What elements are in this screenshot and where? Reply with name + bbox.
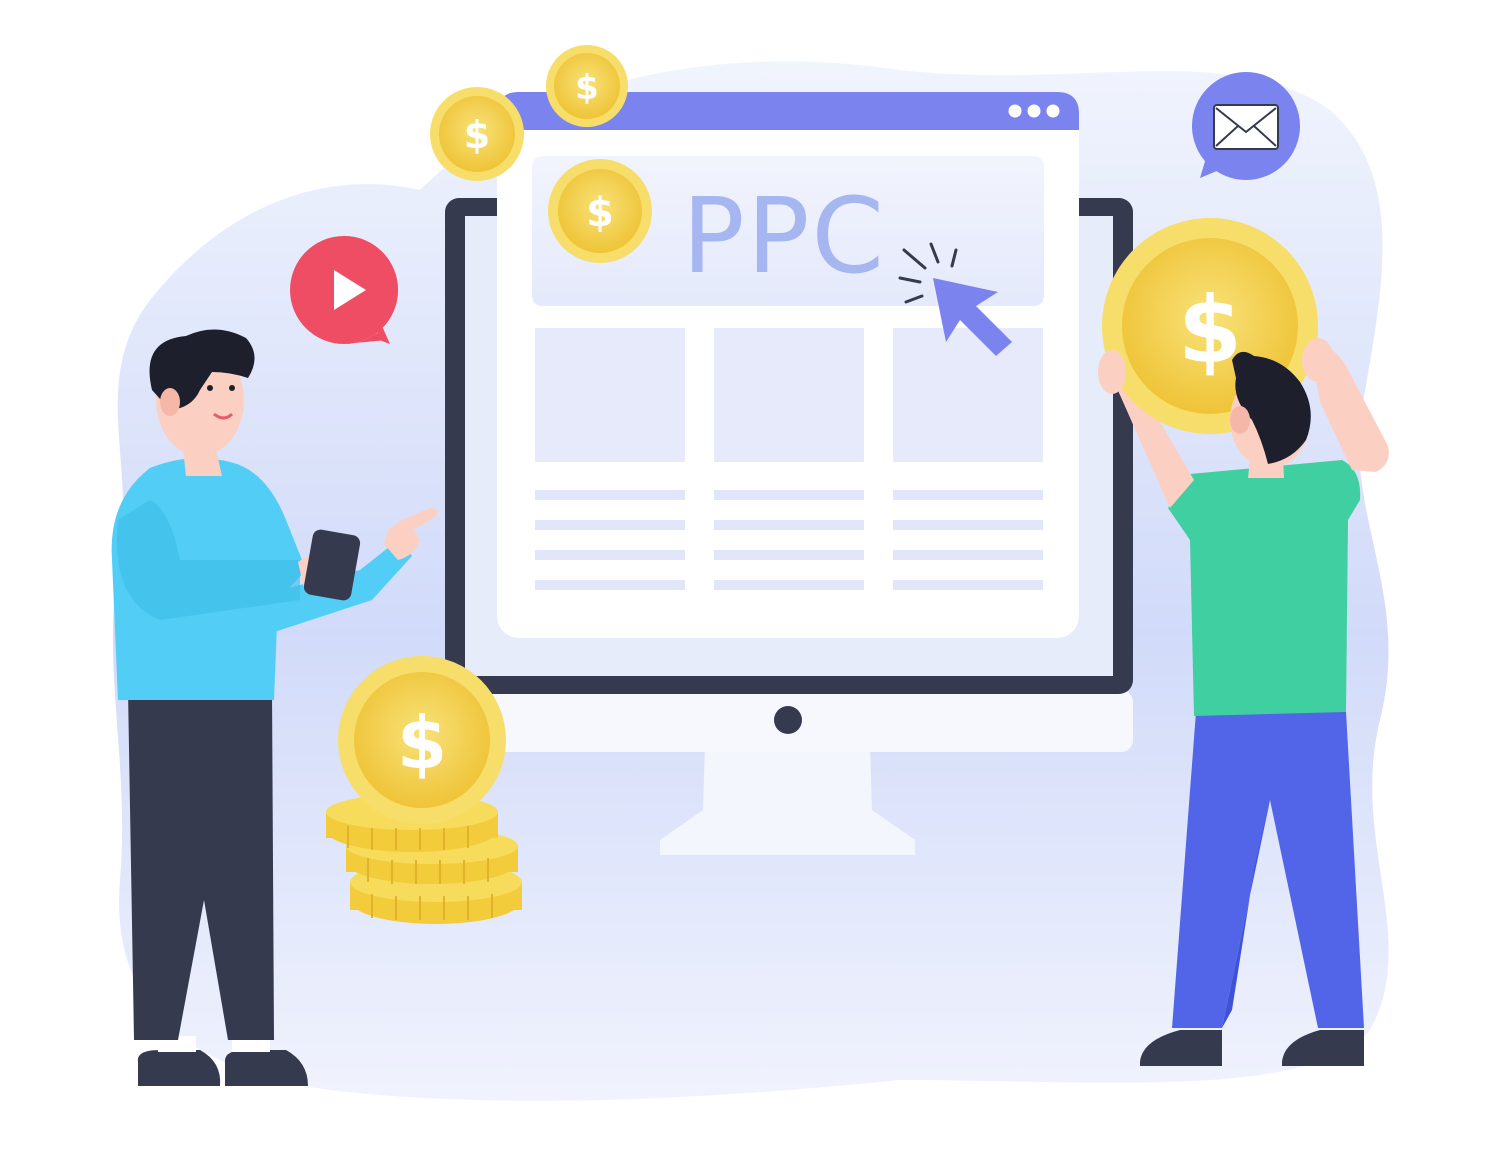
svg-text:$: $	[1178, 277, 1242, 384]
monitor-power-dot	[774, 706, 802, 734]
svg-text:$: $	[397, 701, 447, 785]
svg-text:$: $	[464, 113, 490, 157]
content-tile	[714, 328, 864, 462]
dollar-coin-icon: $	[548, 159, 652, 263]
content-tile	[893, 328, 1043, 462]
svg-text:$: $	[586, 190, 614, 236]
dollar-coin-icon: $	[338, 656, 506, 824]
ppc-heading: PPC	[682, 175, 886, 297]
play-icon	[290, 236, 398, 344]
dollar-coin-icon: $	[546, 45, 628, 127]
content-tile	[535, 328, 685, 462]
envelope-icon	[1192, 72, 1300, 180]
ppc-illustration: PPC $ $ $ $ $	[111, 45, 1389, 1101]
svg-text:$: $	[575, 68, 599, 108]
content-grid	[535, 328, 1043, 462]
three-dots-icon	[1008, 104, 1060, 118]
dollar-coin-icon: $	[430, 87, 524, 181]
